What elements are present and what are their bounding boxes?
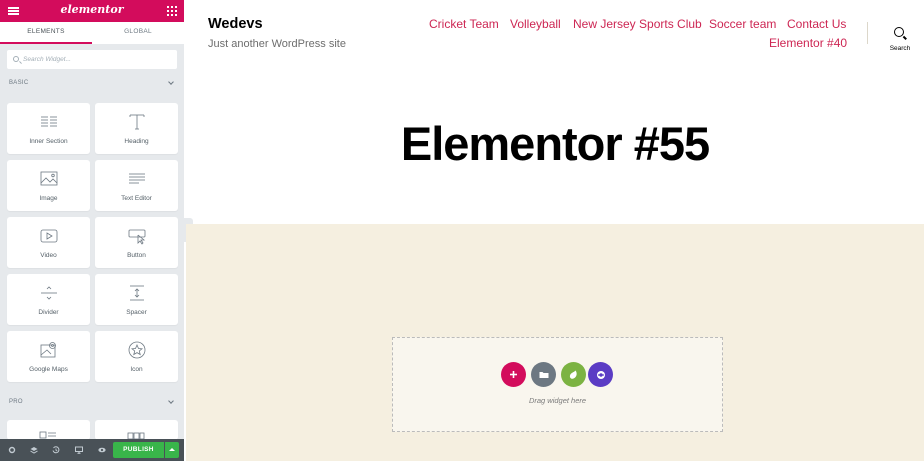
widget-inner-section[interactable]: Inner Section (7, 103, 90, 154)
nav-divider (867, 22, 868, 44)
tab-elements[interactable]: ELEMENTS (0, 22, 92, 44)
panel-footer: PUBLISH (0, 439, 184, 461)
widget-label: Button (127, 252, 146, 259)
widgets-grid-icon[interactable] (167, 6, 177, 16)
widget-label: Google Maps (29, 366, 68, 373)
heading-icon (129, 114, 144, 130)
settings-icon[interactable] (8, 446, 16, 454)
tab-global[interactable]: GLOBAL (92, 22, 184, 44)
folder-icon (531, 362, 556, 387)
widget-button[interactable]: Button (95, 217, 178, 268)
nav-item-contact-us[interactable]: Contact Us (787, 17, 846, 31)
text-editor-icon (128, 173, 145, 184)
nav-item-elementor-40[interactable]: Elementor #40 (769, 36, 847, 50)
panel-header: elementor (0, 0, 184, 22)
history-icon[interactable] (52, 446, 60, 454)
widget-search-input[interactable] (23, 53, 171, 66)
widget-label: Video (40, 252, 57, 259)
responsive-mode-icon[interactable] (75, 446, 83, 454)
site-title[interactable]: Wedevs (208, 16, 263, 32)
video-icon (40, 229, 57, 243)
widget-label: Heading (124, 138, 149, 145)
divider-icon (40, 286, 57, 300)
search-icon (13, 56, 19, 62)
category-title-pro[interactable]: PRO (9, 399, 23, 405)
dropzone-hint: Drag widget here (528, 396, 587, 405)
widget-label: Divider (38, 309, 59, 316)
search-icon (894, 27, 904, 37)
spacer-icon (129, 285, 144, 301)
chevron-down-icon[interactable] (168, 79, 174, 85)
widget-spacer[interactable]: Spacer (95, 274, 178, 325)
widget-video[interactable]: Video (7, 217, 90, 268)
search-toggle-label: Search (889, 45, 911, 52)
image-icon (40, 171, 57, 186)
envato-elements-button[interactable] (561, 362, 586, 387)
widget-search (7, 50, 177, 69)
widget-heading[interactable]: Heading (95, 103, 178, 154)
publish-options-button[interactable] (165, 442, 179, 458)
widget-image[interactable]: Image (7, 160, 90, 211)
template-kit-button[interactable] (588, 362, 613, 387)
site-description: Just another WordPress site (208, 38, 346, 50)
button-icon (128, 229, 145, 245)
widget-label: Icon (130, 366, 143, 373)
add-template-button[interactable] (531, 362, 556, 387)
nav-item-soccer-team[interactable]: Soccer team (709, 17, 776, 31)
navigator-icon[interactable] (30, 446, 38, 454)
elementor-logo: elementor (60, 3, 124, 16)
nav-item-volleyball[interactable]: Volleyball (510, 17, 561, 31)
add-section-button[interactable] (501, 362, 526, 387)
star-icon (128, 341, 145, 359)
widget-google-maps[interactable]: Google Maps (7, 331, 90, 382)
kit-icon (588, 362, 613, 387)
widget-label: Text Editor (121, 195, 152, 202)
publish-button[interactable]: PUBLISH (113, 442, 164, 458)
widget-label: Image (39, 195, 58, 202)
inner-section-icon (40, 116, 57, 127)
preview-eye-icon[interactable] (98, 446, 106, 454)
panel-tabs: ELEMENTS GLOBAL (0, 22, 184, 44)
plus-icon (501, 362, 526, 387)
widget-label: Spacer (126, 309, 147, 316)
widget-text-editor[interactable]: Text Editor (95, 160, 178, 211)
nav-item-new-jersey-sports-club[interactable]: New Jersey Sports Club (573, 17, 702, 31)
widget-icon[interactable]: Icon (95, 331, 178, 382)
nav-item-cricket-team[interactable]: Cricket Team (429, 17, 499, 31)
widget-label: Inner Section (29, 138, 68, 145)
chevron-down-icon[interactable] (168, 398, 174, 404)
category-title-basic[interactable]: BASIC (9, 80, 29, 86)
page-title: Elementor #55 (400, 117, 710, 170)
widget-pro-partial[interactable] (7, 420, 90, 440)
google-maps-icon (40, 342, 56, 358)
widget-pro-partial[interactable] (95, 420, 178, 440)
search-toggle[interactable]: Search (885, 24, 915, 56)
widget-divider[interactable]: Divider (7, 274, 90, 325)
elementor-panel: elementor ELEMENTS GLOBAL BASIC Inner Se… (0, 0, 184, 461)
add-section-dropzone[interactable] (392, 337, 723, 432)
leaf-icon (561, 362, 586, 387)
